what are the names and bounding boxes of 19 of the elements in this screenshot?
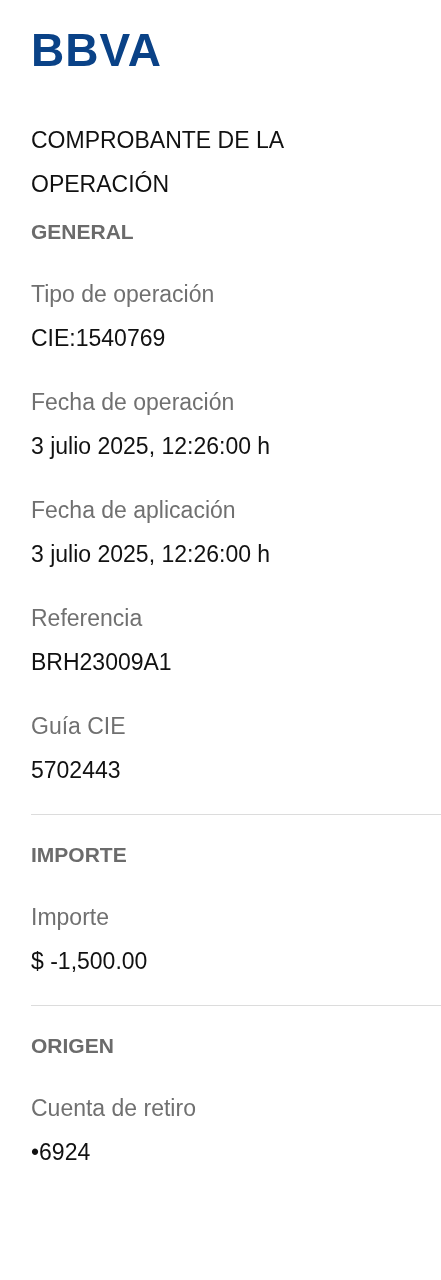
field-value: 5702443	[31, 756, 121, 785]
field-label: Fecha de operación	[31, 388, 235, 417]
field-label: Referencia	[31, 604, 143, 633]
field-value: 3 julio 2025, 12:26:00 h	[31, 540, 271, 569]
receipt-title: COMPROBANTE DE LA OPERACIÓN	[31, 126, 285, 199]
section-heading: GENERAL	[31, 219, 134, 245]
field-value: CIE:1540769	[31, 324, 166, 353]
field-label: Importe	[31, 903, 109, 932]
field-value: BRH23009A1	[31, 648, 172, 677]
field-value: 3 julio 2025, 12:26:00 h	[31, 432, 271, 461]
field-label: Guía CIE	[31, 712, 126, 741]
field-label: Fecha de aplicación	[31, 496, 236, 525]
bank-logo: BBVA	[31, 24, 162, 76]
field-value: •6924	[31, 1138, 91, 1167]
field-label: Cuenta de retiro	[31, 1094, 196, 1123]
field-label: Tipo de operación	[31, 280, 215, 309]
section-heading: IMPORTE	[31, 842, 127, 868]
field-value: $ -1,500.00	[31, 947, 148, 976]
section-heading: ORIGEN	[31, 1033, 114, 1059]
